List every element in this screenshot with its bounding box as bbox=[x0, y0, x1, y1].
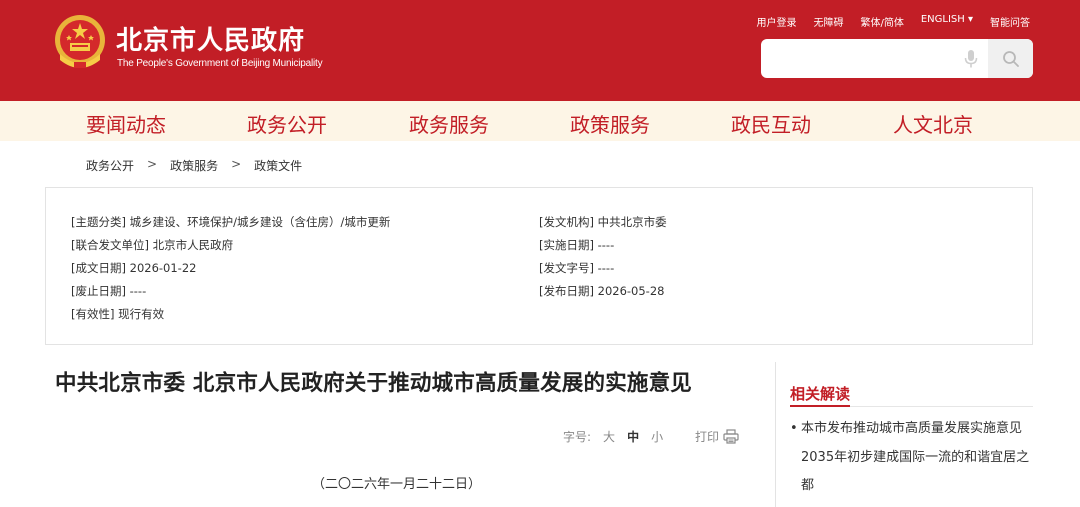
nav-item-gov-services[interactable]: 政务服务 bbox=[409, 109, 489, 138]
related-item-line: 2035年初步建成国际一流的和谐宜居之 bbox=[801, 449, 1030, 465]
meta-effective-date: [实施日期] ---- bbox=[539, 238, 615, 252]
font-size-large-button[interactable]: 大 bbox=[603, 428, 615, 445]
meta-validity: [有效性] 现行有效 bbox=[71, 307, 165, 321]
top-links: 用户登录 无障碍 繁体/简体 ENGLISH ▾ 智能问答 bbox=[756, 14, 1030, 29]
search-icon bbox=[1002, 50, 1019, 67]
breadcrumb: 政务公开 > 政策服务 > 政策文件 bbox=[86, 157, 302, 174]
meta-topic: [主题分类] 城乡建设、环境保护/城乡建设（含住房）/城市更新 bbox=[71, 215, 391, 229]
nav-item-policy-services[interactable]: 政策服务 bbox=[570, 109, 650, 138]
traditional-simplified-link[interactable]: 繁体/简体 bbox=[860, 14, 903, 29]
accessibility-link[interactable]: 无障碍 bbox=[813, 14, 843, 29]
related-title-underline bbox=[790, 405, 850, 407]
meta-abolish-date: [废止日期] ---- bbox=[71, 284, 147, 298]
font-size-control: 字号: 大 中 小 bbox=[563, 428, 663, 445]
related-item-line: • 本市发布推动城市高质量发展实施意见 bbox=[790, 415, 1040, 444]
site-logo-title[interactable]: 北京市人民政府 bbox=[116, 20, 305, 57]
print-label: 打印 bbox=[695, 430, 720, 444]
english-link[interactable]: ENGLISH ▾ bbox=[921, 14, 973, 29]
meta-doc-number: [发文字号] ---- bbox=[539, 261, 615, 275]
breadcrumb-gov-affairs-open[interactable]: 政务公开 bbox=[86, 157, 134, 174]
breadcrumb-separator: > bbox=[147, 157, 158, 171]
related-item-line: 都 bbox=[801, 478, 815, 493]
meta-issuer: [发文机构] 中共北京市委 bbox=[539, 215, 667, 229]
main-nav: 要闻动态 政务公开 政务服务 政策服务 政民互动 人文北京 bbox=[0, 101, 1080, 141]
microphone-icon[interactable] bbox=[961, 48, 981, 70]
meta-written-date: [成文日期] 2026-01-22 bbox=[71, 261, 197, 275]
related-item-text: 本市发布推动城市高质量发展实施意见 bbox=[801, 421, 1023, 436]
nav-item-news[interactable]: 要闻动态 bbox=[86, 109, 166, 138]
meta-joint-unit: [联合发文单位] 北京市人民政府 bbox=[71, 238, 234, 252]
breadcrumb-policy-services[interactable]: 政策服务 bbox=[170, 157, 218, 174]
related-title: 相关解读 bbox=[790, 385, 851, 403]
article-date-line: （二〇二六年一月二十二日） bbox=[312, 477, 482, 492]
print-button[interactable]: 打印 bbox=[695, 428, 739, 445]
search-input[interactable] bbox=[761, 39, 953, 78]
login-link[interactable]: 用户登录 bbox=[756, 14, 796, 29]
font-size-medium-button[interactable]: 中 bbox=[627, 428, 639, 445]
font-size-small-button[interactable]: 小 bbox=[651, 428, 663, 445]
article-title: 中共北京市委 北京市人民政府关于推动城市高质量发展的实施意见 bbox=[55, 371, 692, 396]
nav-item-humanities-beijing[interactable]: 人文北京 bbox=[893, 109, 973, 138]
smart-qa-link[interactable]: 智能问答 bbox=[990, 14, 1030, 29]
meta-publish-date: [发布日期] 2026-05-28 bbox=[539, 284, 665, 298]
column-divider bbox=[775, 362, 776, 507]
breadcrumb-separator: > bbox=[231, 157, 242, 171]
printer-icon bbox=[723, 429, 739, 444]
breadcrumb-policy-documents[interactable]: 政策文件 bbox=[254, 157, 302, 174]
bullet-icon: • bbox=[790, 421, 798, 436]
nav-item-gov-affairs-open[interactable]: 政务公开 bbox=[247, 109, 327, 138]
site-header: 北京市人民政府 The People's Government of Beiji… bbox=[0, 0, 1080, 101]
document-meta-box: [主题分类] 城乡建设、环境保护/城乡建设（含住房）/城市更新 [联合发文单位]… bbox=[45, 187, 1033, 345]
site-logo-subtitle[interactable]: The People's Government of Beijing Munic… bbox=[117, 58, 323, 69]
national-emblem-icon[interactable] bbox=[52, 14, 108, 72]
nav-item-interaction[interactable]: 政民互动 bbox=[731, 109, 811, 138]
font-size-label: 字号: bbox=[563, 430, 592, 444]
related-item[interactable]: • 本市发布推动城市高质量发展实施意见 2035年初步建成国际一流的和谐宜居之 都 bbox=[790, 415, 1040, 501]
search-button[interactable] bbox=[988, 39, 1033, 78]
search-box bbox=[761, 39, 1033, 78]
